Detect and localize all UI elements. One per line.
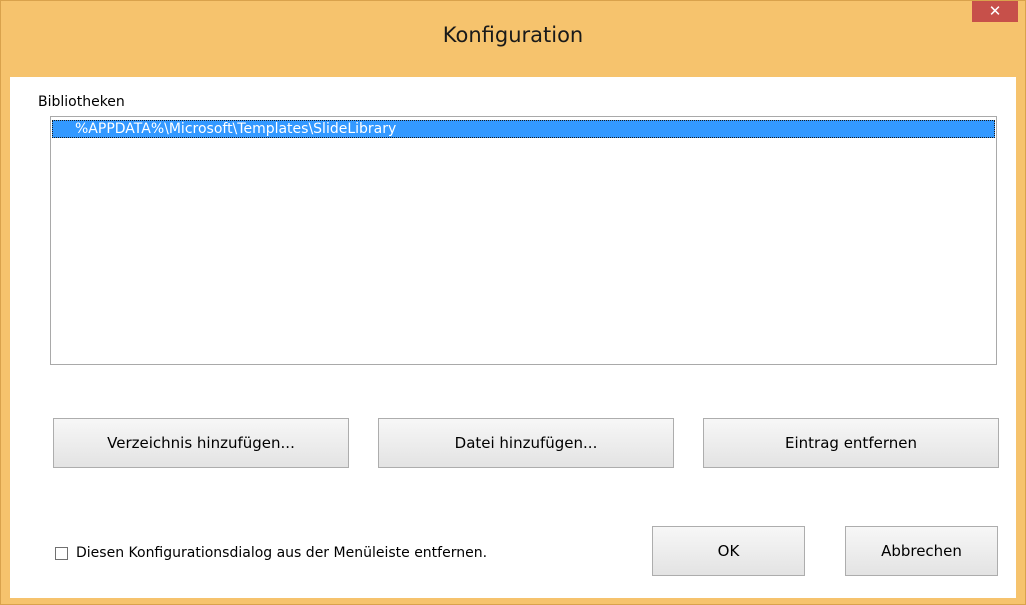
- add-directory-button[interactable]: Verzeichnis hinzufügen...: [53, 418, 349, 468]
- remove-entry-button[interactable]: Eintrag entfernen: [703, 418, 999, 468]
- close-icon: ✕: [988, 2, 1002, 20]
- remove-from-menu-label[interactable]: Diesen Konfigurationsdialog aus der Menü…: [76, 545, 487, 561]
- configuration-dialog: Konfiguration ✕ Bibliotheken %APPDATA%\M…: [0, 0, 1026, 605]
- dialog-content: Bibliotheken %APPDATA%\Microsoft\Templat…: [10, 77, 1016, 598]
- add-file-button[interactable]: Datei hinzufügen...: [378, 418, 674, 468]
- remove-from-menu-checkbox[interactable]: [55, 546, 68, 560]
- list-item[interactable]: %APPDATA%\Microsoft\Templates\SlideLibra…: [52, 120, 995, 138]
- close-button[interactable]: ✕: [972, 1, 1018, 22]
- remove-from-menu-option: Diesen Konfigurationsdialog aus der Menü…: [55, 544, 487, 562]
- title-bar[interactable]: Konfiguration ✕: [1, 1, 1025, 77]
- ok-button[interactable]: OK: [652, 526, 805, 576]
- cancel-button[interactable]: Abbrechen: [845, 526, 998, 576]
- libraries-label: Bibliotheken: [38, 94, 125, 110]
- dialog-title: Konfiguration: [442, 23, 584, 47]
- libraries-listbox[interactable]: %APPDATA%\Microsoft\Templates\SlideLibra…: [50, 116, 997, 365]
